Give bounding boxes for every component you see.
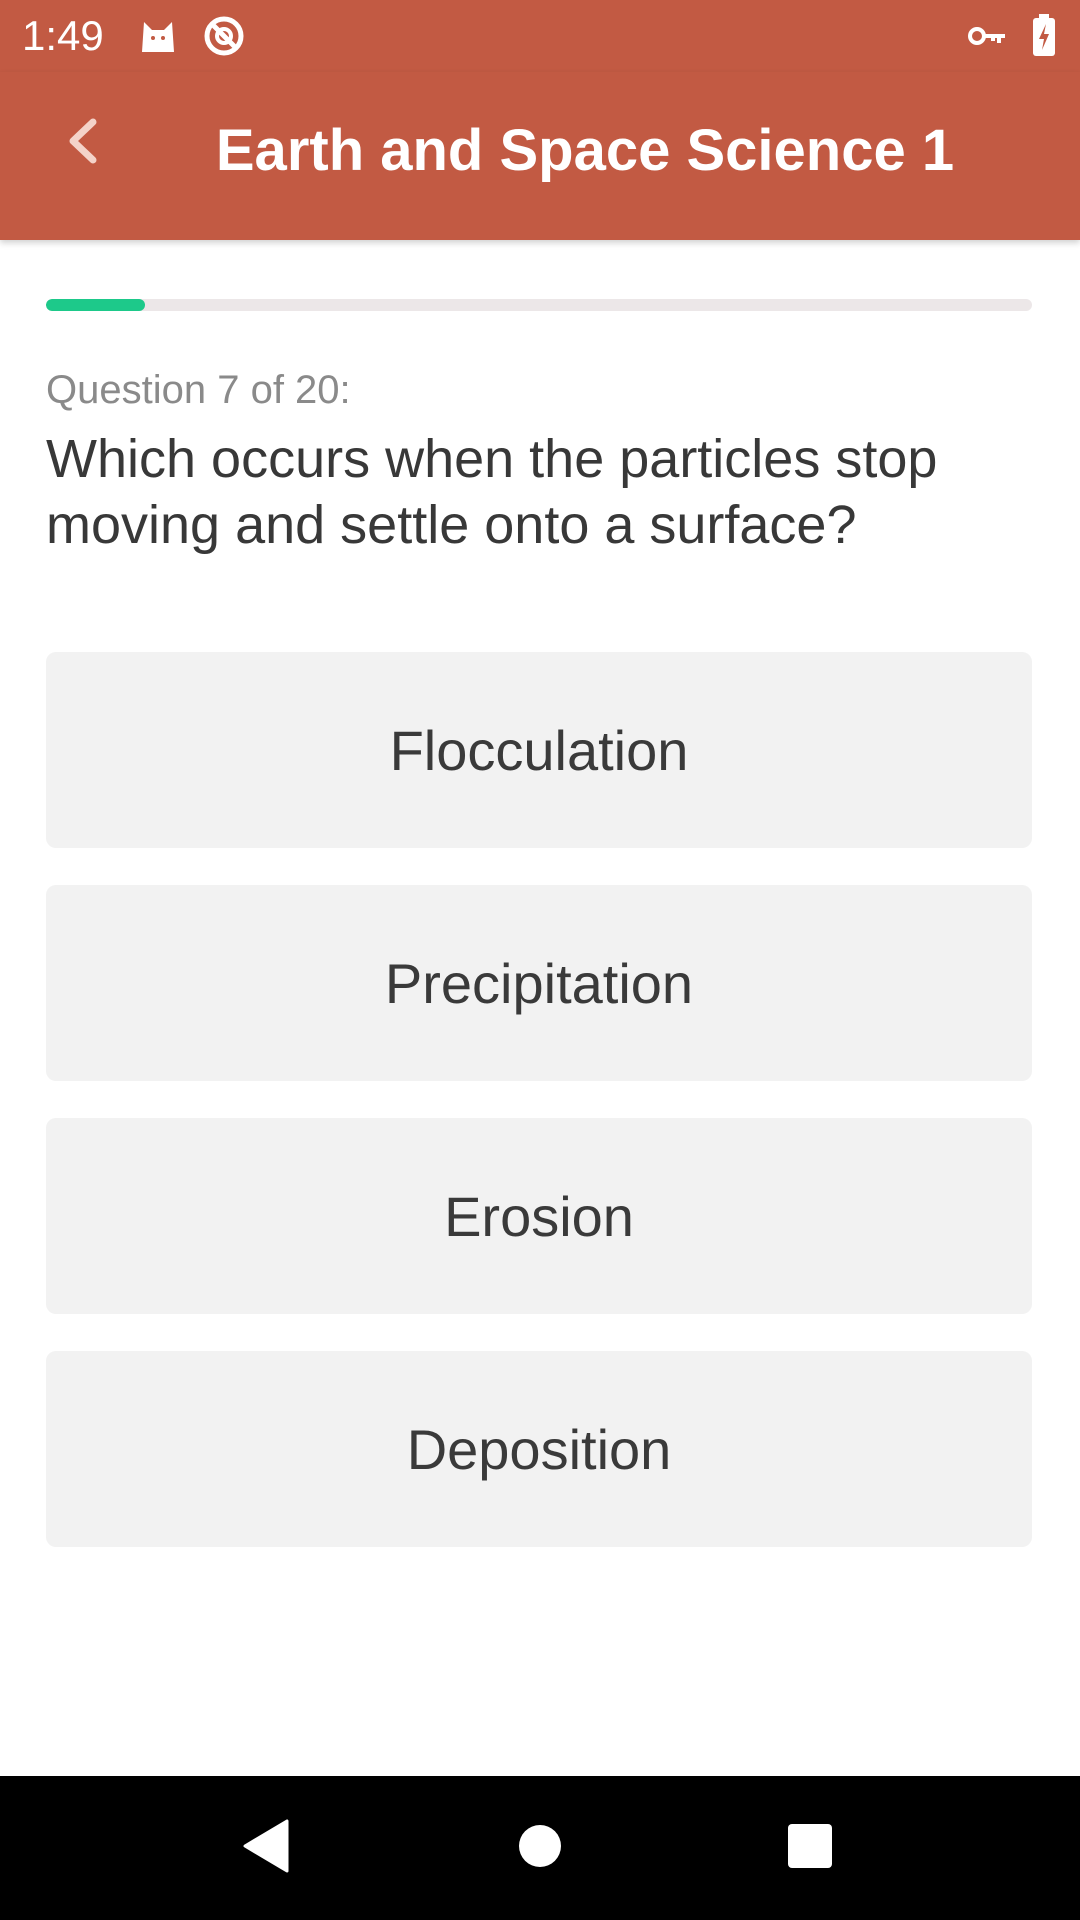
answer-option-button[interactable]: Flocculation [46,652,1032,848]
system-navigation-bar [0,1776,1080,1920]
nav-recents-button[interactable] [774,1812,846,1884]
question-text: Which occurs when the particles stop mov… [46,429,938,555]
battery-charging-icon [1022,14,1066,58]
answer-list: Flocculation Precipitation Erosion Depos… [46,652,1032,1584]
nav-back-button[interactable] [230,1812,302,1884]
quiz-progress-bar [46,299,1032,311]
vpn-key-icon [966,14,1010,58]
answer-option-button[interactable]: Precipitation [46,885,1032,1081]
nav-home-button[interactable] [504,1812,576,1884]
home-circle-icon [517,1823,563,1874]
cat-notification-icon [136,14,180,58]
blocked-icon [202,14,246,58]
quiz-progress-fill [46,299,145,311]
answer-option-button[interactable]: Erosion [46,1118,1032,1314]
status-bar: 1:49 [0,0,1080,72]
answer-option-button[interactable]: Deposition [46,1351,1032,1547]
status-time: 1:49 [22,12,104,59]
app-bar: Earth and Space Science 1 [0,72,1080,240]
recents-square-icon [787,1823,833,1874]
question-counter: Question 7 of 20: [46,368,351,412]
page-title: Earth and Space Science 1 [215,118,955,183]
back-triangle-icon [241,1819,291,1878]
